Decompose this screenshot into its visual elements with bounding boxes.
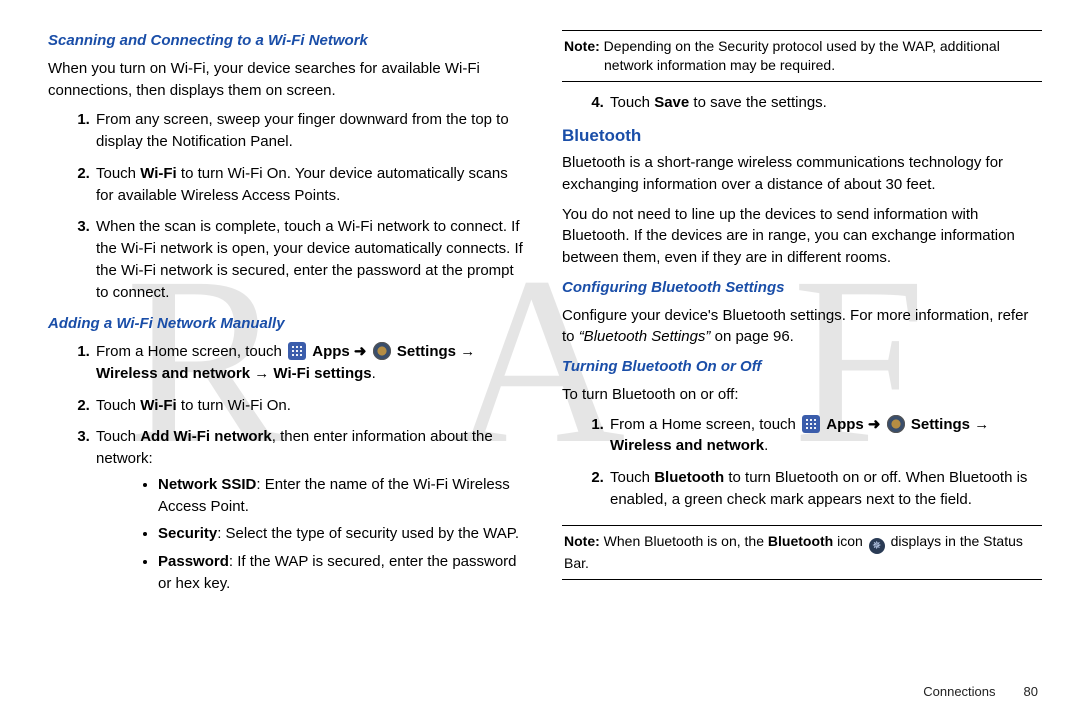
t: Touch (96, 428, 140, 445)
page-footer: Connections 80 (923, 683, 1038, 702)
t: icon (833, 533, 866, 549)
note-bt-statusbar: Note: When Bluetooth is on, the Bluetoot… (562, 525, 1042, 580)
bluetooth-bold: Bluetooth (768, 533, 833, 549)
settings-label: Settings (911, 416, 970, 433)
t: on page 96. (710, 328, 793, 345)
turn-step-2: Touch Bluetooth to turn Bluetooth on or … (608, 467, 1042, 511)
settings-icon (373, 342, 391, 360)
footer-page-number: 80 (1024, 683, 1038, 702)
t: . (764, 437, 768, 454)
right-column: Note: Depending on the Security protocol… (562, 30, 1042, 670)
t: : Select the type of security used by th… (217, 525, 519, 542)
t: . (372, 365, 376, 382)
heading-add-wifi: Adding a Wi-Fi Network Manually (48, 313, 528, 335)
turn-steps: From a Home screen, touch Apps ➜ Setting… (562, 414, 1042, 511)
ref-bt-settings: “Bluetooth Settings” (579, 328, 711, 345)
bullet-password: Password: If the WAP is secured, enter t… (158, 551, 528, 595)
settings-icon (887, 415, 905, 433)
scan-intro: When you turn on Wi-Fi, your device sear… (48, 58, 528, 102)
arrow-icon: ➜ (868, 416, 885, 433)
wifi-bold: Wi-Fi (140, 165, 177, 182)
heading-turn-bt: Turning Bluetooth On or Off (562, 356, 1042, 378)
add-wifi-bold: Add Wi-Fi network (140, 428, 272, 445)
scan-steps: From any screen, sweep your finger downw… (48, 109, 528, 303)
apps-label: Apps (826, 416, 864, 433)
apps-label: Apps (312, 343, 350, 360)
note-label: Note: (564, 533, 600, 549)
apps-icon (288, 342, 306, 360)
b: Security (158, 525, 217, 542)
apps-icon (802, 415, 820, 433)
bt-para-2: You do not need to line up the devices t… (562, 204, 1042, 269)
turn-step-1: From a Home screen, touch Apps ➜ Setting… (608, 414, 1042, 458)
t: From a Home screen, touch (610, 416, 800, 433)
t: Depending on the Security protocol used … (600, 38, 1000, 54)
b: Password (158, 553, 229, 570)
t: Touch (96, 397, 140, 414)
add-step-1: From a Home screen, touch Apps ➜ Setting… (94, 341, 528, 385)
left-column: Scanning and Connecting to a Wi-Fi Netwo… (48, 30, 528, 670)
scan-step-3: When the scan is complete, touch a Wi-Fi… (94, 216, 528, 303)
add-bullets: Network SSID: Enter the name of the Wi-F… (96, 474, 528, 595)
page-columns: Scanning and Connecting to a Wi-Fi Netwo… (0, 0, 1080, 680)
wifi-bold: Wi-Fi (140, 397, 177, 414)
note-line2: network information may be required. (564, 56, 1040, 75)
note-wap: Note: Depending on the Security protocol… (562, 30, 1042, 82)
save-steps: Touch Save to save the settings. (562, 92, 1042, 114)
add-step-3: Touch Add Wi-Fi network, then enter info… (94, 426, 528, 594)
turn-intro: To turn Bluetooth on or off: (562, 384, 1042, 406)
settings-label: Settings (397, 343, 456, 360)
footer-section: Connections (923, 683, 995, 702)
bullet-security: Security: Select the type of security us… (158, 523, 528, 545)
add-steps: From a Home screen, touch Apps ➜ Setting… (48, 341, 528, 595)
heading-config-bt: Configuring Bluetooth Settings (562, 277, 1042, 299)
t: Touch (610, 94, 654, 111)
note-label: Note: (564, 38, 600, 54)
t: From a Home screen, touch (96, 343, 286, 360)
t: to turn Wi-Fi On. (177, 397, 291, 414)
t: Touch (610, 469, 654, 486)
scan-step-1: From any screen, sweep your finger downw… (94, 109, 528, 153)
bluetooth-bold: Bluetooth (654, 469, 724, 486)
bullet-ssid: Network SSID: Enter the name of the Wi-F… (158, 474, 528, 518)
bluetooth-icon: ✵ (869, 538, 885, 554)
b: Network SSID (158, 476, 256, 493)
config-bt-para: Configure your device's Bluetooth settin… (562, 305, 1042, 349)
heading-bluetooth: Bluetooth (562, 124, 1042, 149)
arrow-icon: ➜ (354, 343, 371, 360)
add-step-2: Touch Wi-Fi to turn Wi-Fi On. (94, 395, 528, 417)
heading-scanning: Scanning and Connecting to a Wi-Fi Netwo… (48, 30, 528, 52)
t: to save the settings. (689, 94, 827, 111)
t: Touch (96, 165, 140, 182)
save-bold: Save (654, 94, 689, 111)
scan-step-2: Touch Wi-Fi to turn Wi-Fi On. Your devic… (94, 163, 528, 207)
bt-para-1: Bluetooth is a short-range wireless comm… (562, 152, 1042, 196)
save-step-4: Touch Save to save the settings. (608, 92, 1042, 114)
t: When Bluetooth is on, the (600, 533, 768, 549)
